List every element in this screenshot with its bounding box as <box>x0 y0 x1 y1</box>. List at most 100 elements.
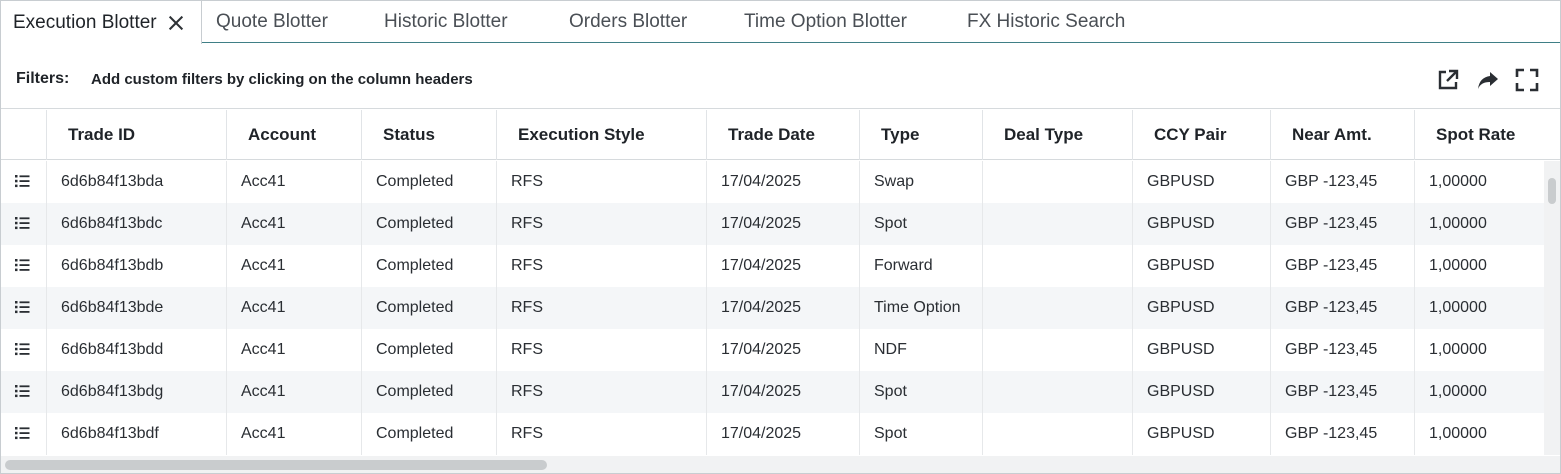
cell-type: Spot <box>860 203 983 245</box>
share-icon[interactable] <box>1475 67 1501 93</box>
header-ccy-pair[interactable]: CCY Pair <box>1133 110 1271 160</box>
tab-quote-blotter[interactable]: Quote Blotter <box>216 1 328 43</box>
row-menu-cell[interactable] <box>1 413 47 455</box>
cell-deal-type <box>983 413 1133 455</box>
cell-trade-id: 6d6b84f13bdc <box>47 203 227 245</box>
row-menu-icon[interactable] <box>15 174 30 188</box>
cell-ccy-pair: GBPUSD <box>1133 329 1271 371</box>
vertical-scroll-thumb[interactable] <box>1548 178 1556 204</box>
cell-near-amt: GBP -123,45 <box>1271 245 1415 287</box>
header-trade-date[interactable]: Trade Date <box>707 110 860 160</box>
cell-deal-type <box>983 287 1133 329</box>
filters-label: Filters: <box>16 70 70 87</box>
header-near-amt[interactable]: Near Amt. <box>1271 110 1415 160</box>
cell-deal-type <box>983 245 1133 287</box>
cell-execution-style: RFS <box>497 287 707 329</box>
cell-ccy-pair: GBPUSD <box>1133 287 1271 329</box>
horizontal-scroll-thumb[interactable] <box>5 460 547 470</box>
row-menu-cell[interactable] <box>1 161 47 203</box>
tab-orders-blotter[interactable]: Orders Blotter <box>569 1 687 43</box>
cell-trade-date: 17/04/2025 <box>707 329 860 371</box>
tab-historic-blotter[interactable]: Historic Blotter <box>384 1 508 43</box>
cell-execution-style: RFS <box>497 413 707 455</box>
header-deal-type[interactable]: Deal Type <box>983 110 1133 160</box>
cell-deal-type <box>983 329 1133 371</box>
cell-deal-type <box>983 161 1133 203</box>
cell-ccy-pair: GBPUSD <box>1133 203 1271 245</box>
header-spot-rate[interactable]: Spot Rate <box>1415 110 1560 160</box>
row-menu-icon[interactable] <box>15 342 30 356</box>
cell-trade-date: 17/04/2025 <box>707 413 860 455</box>
filters-hint: Add custom filters by clicking on the co… <box>91 71 473 88</box>
cell-deal-type <box>983 203 1133 245</box>
row-menu-icon[interactable] <box>15 384 30 398</box>
cell-spot-rate: 1,00000 <box>1429 299 1487 316</box>
filters-bar: Filters: Add custom filters by clicking … <box>1 51 1560 109</box>
cell-status: Completed <box>362 161 497 203</box>
tab-execution-blotter[interactable]: Execution Blotter <box>1 1 202 44</box>
horizontal-scrollbar[interactable] <box>1 456 1560 473</box>
tab-label: Quote Blotter <box>216 11 328 32</box>
cell-execution-style: RFS <box>497 245 707 287</box>
cell-trade-id: 6d6b84f13bdf <box>47 413 227 455</box>
fullscreen-icon[interactable] <box>1514 67 1540 93</box>
tab-fx-historic-search[interactable]: FX Historic Search <box>967 1 1125 43</box>
header-status[interactable]: Status <box>362 110 497 160</box>
header-trade-id[interactable]: Trade ID <box>47 110 227 160</box>
header-type[interactable]: Type <box>860 110 983 160</box>
cell-trade-date: 17/04/2025 <box>707 203 860 245</box>
cell-status: Completed <box>362 203 497 245</box>
cell-account: Acc41 <box>227 245 362 287</box>
cell-account: Acc41 <box>227 371 362 413</box>
row-menu-cell[interactable] <box>1 287 47 329</box>
row-menu-cell[interactable] <box>1 245 47 287</box>
header-menu-column <box>1 110 47 160</box>
trades-grid: Trade ID Account Status Execution Style … <box>1 110 1560 455</box>
table-row[interactable]: 6d6b84f13bde Acc41 Completed RFS 17/04/2025 T… <box>1 287 1544 329</box>
cell-account: Acc41 <box>227 413 362 455</box>
open-external-icon[interactable] <box>1435 67 1461 93</box>
cell-near-amt: GBP -123,45 <box>1271 413 1415 455</box>
header-account[interactable]: Account <box>227 110 362 160</box>
table-row[interactable]: 6d6b84f13bdc Acc41 Completed RFS 17/04/2025 S… <box>1 203 1544 245</box>
close-icon[interactable] <box>167 14 185 32</box>
table-row[interactable]: 6d6b84f13bdb Acc41 Completed RFS 17/04/2025 F… <box>1 245 1544 287</box>
cell-account: Acc41 <box>227 203 362 245</box>
cell-spot-rate: 1,00000 <box>1429 341 1487 358</box>
row-menu-cell[interactable] <box>1 371 47 413</box>
row-menu-cell[interactable] <box>1 203 47 245</box>
tab-label: FX Historic Search <box>967 11 1126 32</box>
row-menu-icon[interactable] <box>15 216 30 230</box>
tab-time-option-blotter[interactable]: Time Option Blotter <box>744 1 907 43</box>
tab-label: Orders Blotter <box>569 11 688 32</box>
cell-execution-style: RFS <box>497 161 707 203</box>
cell-trade-date: 17/04/2025 <box>707 371 860 413</box>
row-menu-icon[interactable] <box>15 426 30 440</box>
cell-execution-style: RFS <box>497 203 707 245</box>
row-menu-icon[interactable] <box>15 258 30 272</box>
row-menu-icon[interactable] <box>15 300 30 314</box>
cell-near-amt: GBP -123,45 <box>1271 371 1415 413</box>
table-row[interactable]: 6d6b84f13bda Acc41 Completed RFS 17/04/2025 S… <box>1 161 1544 203</box>
table-row[interactable]: 6d6b84f13bdf Acc41 Completed RFS 17/04/2025 S… <box>1 413 1544 455</box>
grid-header-row: Trade ID Account Status Execution Style … <box>1 110 1560 160</box>
cell-near-amt: GBP -123,45 <box>1271 161 1415 203</box>
cell-trade-id: 6d6b84f13bdg <box>47 371 227 413</box>
cell-trade-date: 17/04/2025 <box>707 161 860 203</box>
cell-type: Time Option <box>860 287 983 329</box>
cell-near-amt: GBP -123,45 <box>1271 287 1415 329</box>
cell-status: Completed <box>362 329 497 371</box>
cell-near-amt: GBP -123,45 <box>1271 329 1415 371</box>
row-menu-cell[interactable] <box>1 329 47 371</box>
cell-execution-style: RFS <box>497 329 707 371</box>
table-row[interactable]: 6d6b84f13bdd Acc41 Completed RFS 17/04/2025 N… <box>1 329 1544 371</box>
vertical-scrollbar[interactable] <box>1544 161 1560 455</box>
cell-ccy-pair: GBPUSD <box>1133 161 1271 203</box>
header-execution-style[interactable]: Execution Style <box>497 110 707 160</box>
cell-trade-id: 6d6b84f13bde <box>47 287 227 329</box>
cell-deal-type <box>983 371 1133 413</box>
cell-status: Completed <box>362 245 497 287</box>
table-row[interactable]: 6d6b84f13bdg Acc41 Completed RFS 17/04/2025 S… <box>1 371 1544 413</box>
cell-status: Completed <box>362 287 497 329</box>
tab-label: Execution Blotter <box>13 11 157 33</box>
